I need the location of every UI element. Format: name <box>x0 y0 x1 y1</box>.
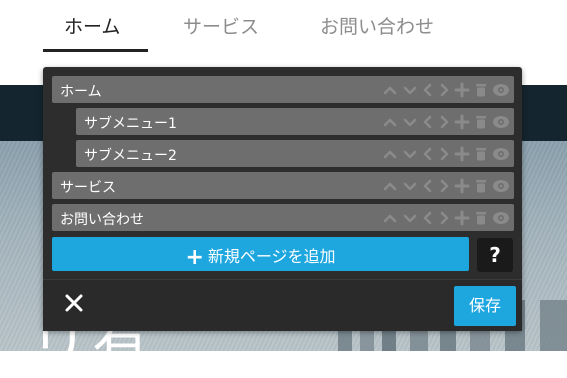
active-tab-underline <box>43 49 148 52</box>
add-new-page-label: 新規ページを追加 <box>207 247 336 266</box>
close-icon[interactable] <box>63 292 85 314</box>
menu-item-label: サブメニュー2 <box>84 148 177 164</box>
visibility-icon[interactable] <box>492 114 510 130</box>
visibility-icon[interactable] <box>492 178 510 194</box>
menu-item-label: サブメニュー1 <box>84 116 177 132</box>
indent-icon[interactable] <box>438 210 450 226</box>
menu-item-tools <box>382 176 510 195</box>
menu-editor-footer: 保存 <box>43 279 522 331</box>
add-icon[interactable] <box>454 178 470 194</box>
menu-editor-panel: ホーム サブメニュー1 サブメニュー2 サービス お問い合わせ + 新規ページを追… <box>43 67 522 331</box>
delete-icon[interactable] <box>474 114 488 130</box>
visibility-icon[interactable] <box>492 146 510 162</box>
move-down-icon[interactable] <box>402 82 418 98</box>
move-down-icon[interactable] <box>402 146 418 162</box>
move-up-icon[interactable] <box>382 114 398 130</box>
delete-icon[interactable] <box>474 178 488 194</box>
menu-item-tools <box>382 208 510 227</box>
indent-icon[interactable] <box>438 178 450 194</box>
outdent-icon[interactable] <box>422 82 434 98</box>
menu-item-tools <box>382 80 510 99</box>
outdent-icon[interactable] <box>422 114 434 130</box>
visibility-icon[interactable] <box>492 210 510 226</box>
move-up-icon[interactable] <box>382 178 398 194</box>
add-icon[interactable] <box>454 210 470 226</box>
delete-icon[interactable] <box>474 210 488 226</box>
indent-icon[interactable] <box>438 114 450 130</box>
menu-item-row[interactable]: サブメニュー1 <box>76 108 514 135</box>
move-up-icon[interactable] <box>382 82 398 98</box>
add-icon[interactable] <box>454 82 470 98</box>
nav-tab-contact[interactable]: お問い合わせ <box>320 12 434 39</box>
menu-item-label: ホーム <box>60 84 102 100</box>
nav-tab-home[interactable]: ホーム <box>64 12 120 39</box>
save-button[interactable]: 保存 <box>454 286 516 326</box>
menu-item-row[interactable]: サービス <box>52 172 514 199</box>
indent-icon[interactable] <box>438 146 450 162</box>
move-down-icon[interactable] <box>402 178 418 194</box>
outdent-icon[interactable] <box>422 210 434 226</box>
move-down-icon[interactable] <box>402 210 418 226</box>
menu-item-row[interactable]: ホーム <box>52 76 514 103</box>
help-button[interactable]: ? <box>477 238 513 272</box>
move-up-icon[interactable] <box>382 146 398 162</box>
move-up-icon[interactable] <box>382 210 398 226</box>
add-new-page-button[interactable]: + 新規ページを追加 <box>52 237 469 271</box>
outdent-icon[interactable] <box>422 146 434 162</box>
add-icon[interactable] <box>454 114 470 130</box>
menu-item-row[interactable]: サブメニュー2 <box>76 140 514 167</box>
outdent-icon[interactable] <box>422 178 434 194</box>
plus-icon: + <box>185 245 204 270</box>
menu-item-label: お問い合わせ <box>60 212 144 228</box>
menu-item-label: サービス <box>60 180 116 196</box>
indent-icon[interactable] <box>438 82 450 98</box>
visibility-icon[interactable] <box>492 82 510 98</box>
menu-item-row[interactable]: お問い合わせ <box>52 204 514 231</box>
top-navigation: ホーム サービス お問い合わせ <box>0 0 567 55</box>
delete-icon[interactable] <box>474 82 488 98</box>
menu-item-tools <box>382 144 510 163</box>
add-icon[interactable] <box>454 146 470 162</box>
menu-item-tools <box>382 112 510 131</box>
delete-icon[interactable] <box>474 146 488 162</box>
nav-tab-services[interactable]: サービス <box>183 12 259 39</box>
move-down-icon[interactable] <box>402 114 418 130</box>
